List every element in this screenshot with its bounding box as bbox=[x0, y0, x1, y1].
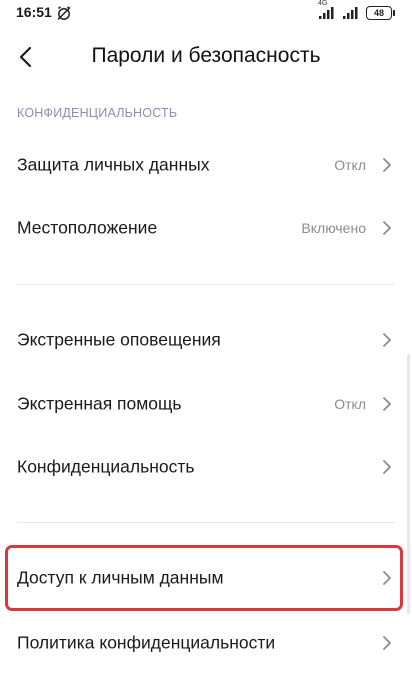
row-value: Включено bbox=[301, 220, 366, 236]
signal-4g-icon: 4G bbox=[318, 0, 336, 20]
row-privacy[interactable]: Конфиденциальность bbox=[0, 439, 412, 495]
divider bbox=[17, 284, 395, 285]
chevron-right-icon bbox=[383, 397, 391, 411]
status-time: 16:51 bbox=[16, 4, 52, 20]
battery-level: 48 bbox=[373, 7, 384, 18]
alarm-off-icon bbox=[56, 5, 72, 21]
chevron-right-icon bbox=[383, 460, 391, 474]
chevron-right-icon bbox=[383, 221, 391, 235]
row-value: Откл bbox=[334, 157, 366, 173]
battery-icon: 48 bbox=[366, 6, 395, 20]
highlight-frame bbox=[5, 545, 403, 611]
row-emergency-alerts[interactable]: Экстренные оповещения bbox=[0, 312, 412, 368]
page-title: Пароли и безопасность bbox=[91, 44, 321, 67]
row-personal-data-protection[interactable]: Защита личных данных Откл bbox=[0, 137, 412, 193]
chevron-right-icon bbox=[383, 158, 391, 172]
row-privacy-policy[interactable]: Политика конфиденциальности bbox=[0, 615, 412, 671]
row-label: Экстренная помощь bbox=[17, 393, 182, 414]
signal-icon bbox=[342, 6, 360, 20]
chevron-right-icon bbox=[383, 333, 391, 347]
row-location[interactable]: Местоположение Включено bbox=[0, 200, 412, 256]
header: Пароли и безопасность bbox=[0, 34, 412, 80]
row-label: Экстренные оповещения bbox=[17, 329, 221, 350]
status-bar: 16:51 4G 48 bbox=[0, 0, 412, 26]
scrollbar[interactable] bbox=[407, 354, 410, 614]
row-emergency-help[interactable]: Экстренная помощь Откл bbox=[0, 376, 412, 432]
divider bbox=[17, 522, 395, 523]
row-value: Откл bbox=[334, 396, 366, 412]
row-label: Политика конфиденциальности bbox=[17, 632, 276, 653]
section-header: КОНФИДЕНЦИАЛЬНОСТЬ bbox=[17, 106, 178, 120]
network-type-label: 4G bbox=[318, 0, 328, 7]
row-label: Местоположение bbox=[17, 217, 158, 238]
chevron-right-icon bbox=[383, 636, 391, 650]
row-label: Защита личных данных bbox=[17, 154, 210, 175]
row-label: Конфиденциальность bbox=[17, 456, 195, 477]
